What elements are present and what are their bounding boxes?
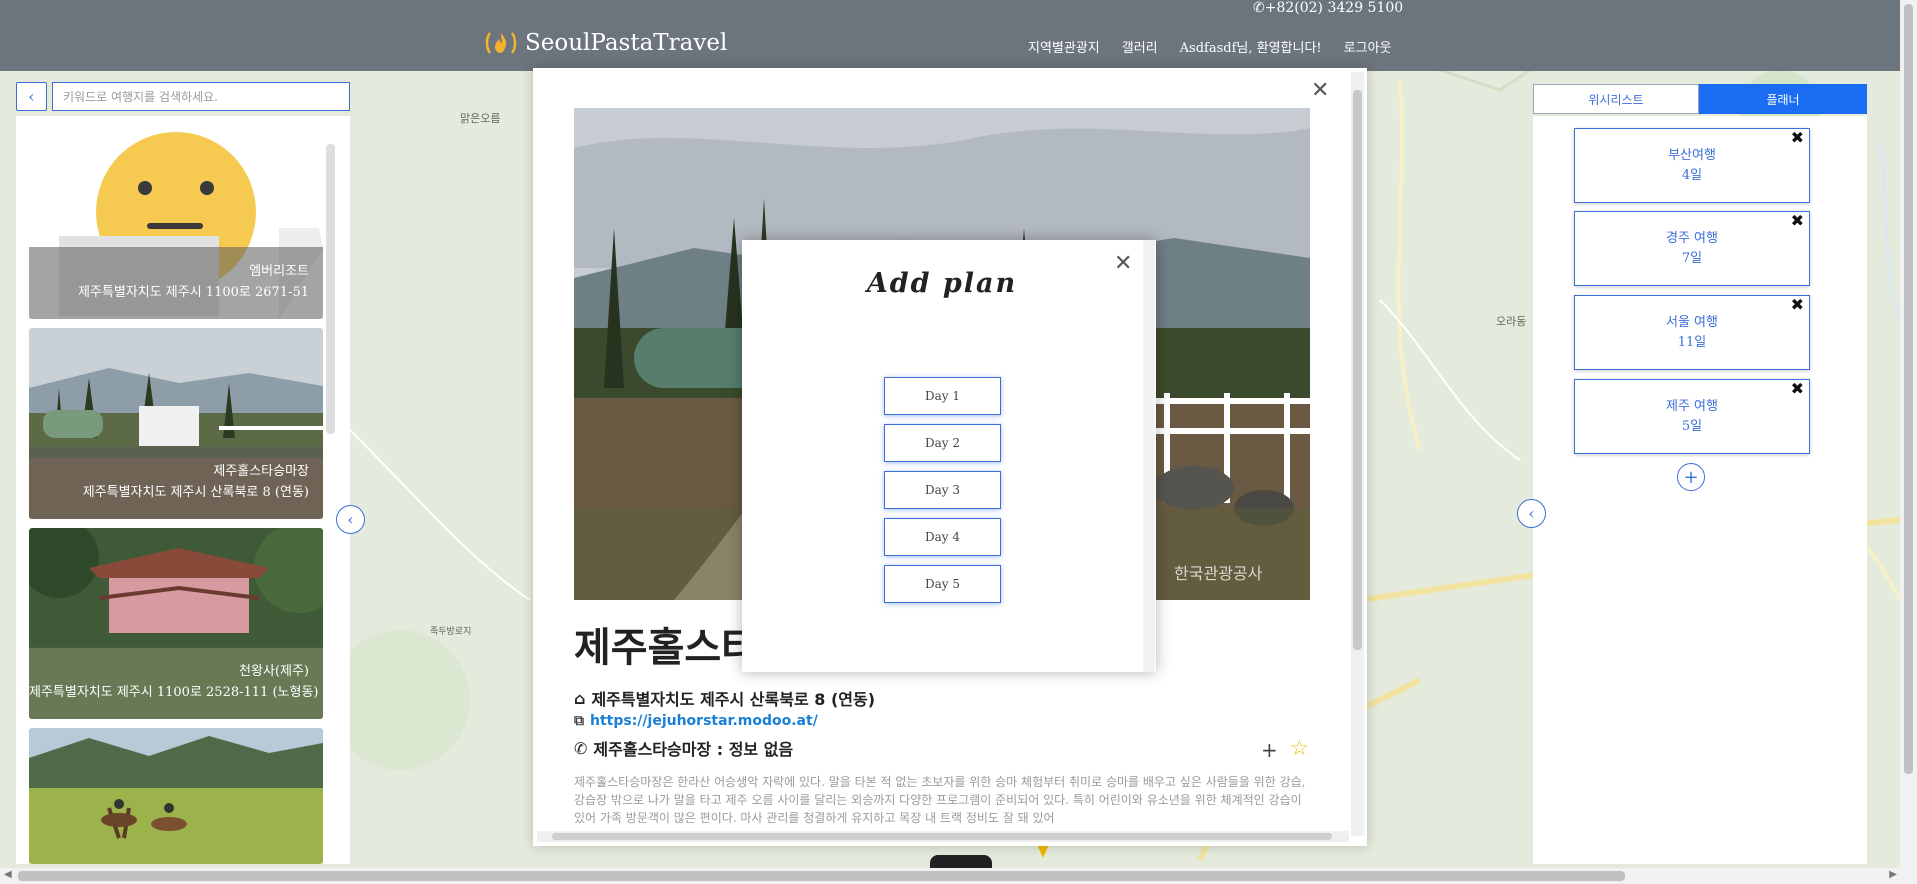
scroll-right-icon[interactable]: ▶ (1889, 869, 1897, 880)
place-name: 천왕사(제주) (239, 664, 309, 679)
plan-days: 5일 (1681, 419, 1703, 434)
delete-plan-icon[interactable]: ✖ (1791, 128, 1804, 148)
nav-links: 지역별관광지 갤러리 Asdfasdf님, 환영합니다! 로그아웃 (1028, 37, 1392, 56)
plan-title: 경주 여행 (1666, 231, 1718, 246)
place-card[interactable]: 엠버리조트 제주특별자치도 제주시 1100로 2671-51 (29, 128, 323, 319)
phone-icon: ✆ (574, 738, 588, 758)
external-link-icon: ⧉ (574, 713, 584, 729)
day-4-button[interactable]: Day 4 (884, 518, 1001, 556)
nav-logout[interactable]: 로그아웃 (1344, 37, 1392, 56)
plan-card[interactable]: ✖ 제주 여행 5일 (1574, 379, 1810, 454)
plan-card[interactable]: ✖ 서울 여행 11일 (1574, 295, 1810, 370)
place-address: 제주특별자치도 제주시 1100로 2671-51 (77, 285, 309, 300)
phone-text: +82(02) 3429 5100 (1264, 0, 1404, 16)
day-2-button[interactable]: Day 2 (884, 424, 1001, 462)
phone-icon: ✆ (1253, 0, 1265, 16)
nav-regional-attractions[interactable]: 지역별관광지 (1028, 37, 1100, 56)
detail-horizontal-scrollbar-thumb[interactable] (552, 833, 1332, 840)
plan-card[interactable]: ✖ 부산여행 4일 (1574, 128, 1810, 203)
toggle-right-panel-button[interactable]: ‹ (1517, 499, 1546, 528)
day-5-button[interactable]: Day 5 (884, 565, 1001, 603)
left-collapse-button[interactable]: ‹ (16, 82, 47, 111)
page-horizontal-scrollbar-thumb[interactable] (18, 871, 1625, 881)
nav-gallery[interactable]: 갤러리 (1122, 37, 1158, 56)
plan-days: 4일 (1681, 168, 1703, 183)
place-caption: 제주홀스타승마장 제주특별자치도 제주시 산록북로 8 (연동) (29, 447, 323, 519)
map-label: 족두방로지 (430, 627, 472, 637)
plan-title: 부산여행 (1668, 148, 1716, 163)
add-plan-scrollbar[interactable] (1143, 240, 1155, 672)
place-address: 제주특별자치도 제주시 산록북로 8 (연동) (82, 485, 309, 500)
delete-plan-icon[interactable]: ✖ (1791, 379, 1804, 399)
map-label: 오라동 (1496, 315, 1527, 328)
brand-name: SeoulPastaTravel (525, 30, 728, 56)
plan-days: 7일 (1681, 251, 1703, 266)
delete-plan-icon[interactable]: ✖ (1791, 295, 1804, 315)
close-icon[interactable]: ✕ (1311, 78, 1329, 103)
detail-scrollbar-thumb[interactable] (1353, 90, 1362, 650)
plan-card[interactable]: ✖ 경주 여행 7일 (1574, 211, 1810, 286)
place-address-line: ⌂ 제주특별자치도 제주시 산록북로 8 (연동) (574, 686, 875, 710)
map-label: 맑은오름 (460, 112, 501, 125)
photo-watermark: 한국관광공사 (1174, 564, 1263, 583)
plus-icon: + (1683, 466, 1699, 488)
plan-days: 11일 (1677, 335, 1707, 350)
place-card[interactable]: 천왕사(제주) 제주특별자치도 제주시 1100로 2528-111 (노형동) (29, 528, 323, 719)
homepage-link[interactable]: https://jejuhorstar.modoo.at/ (590, 713, 818, 729)
place-name: 제주홀스타승마장 (213, 464, 309, 479)
day-3-button[interactable]: Day 3 (884, 471, 1001, 509)
brand-link[interactable]: SeoulPastaTravel (485, 30, 727, 56)
add-plan-button[interactable]: + (1677, 463, 1705, 491)
place-name: 엠버리조트 (249, 264, 309, 279)
page-vertical-scrollbar-thumb[interactable] (1904, 4, 1913, 774)
place-link-line: ⧉ https://jejuhorstar.modoo.at/ (574, 713, 818, 729)
place-address: 제주특별자치도 제주시 산록북로 8 (연동) (591, 690, 876, 709)
place-caption: 엠버리조트 제주특별자치도 제주시 1100로 2671-51 (29, 247, 323, 319)
place-card[interactable] (29, 728, 323, 864)
place-list-scrollbar[interactable] (326, 144, 335, 434)
day-1-button[interactable]: Day 1 (884, 377, 1001, 415)
place-image (29, 728, 323, 864)
phone-number: ✆+82(02) 3429 5100 (1253, 0, 1403, 16)
plan-title: 서울 여행 (1666, 315, 1718, 330)
place-card[interactable]: 제주홀스타승마장 제주특별자치도 제주시 산록북로 8 (연동) (29, 328, 323, 519)
scroll-left-icon[interactable]: ◀ (4, 869, 12, 880)
plan-title: 제주 여행 (1666, 399, 1718, 414)
home-icon: ⌂ (574, 688, 586, 708)
navbar: ✆+82(02) 3429 5100 SeoulPastaTravel 지역별관… (0, 0, 1900, 71)
fire-logo-icon (485, 32, 517, 54)
delete-plan-icon[interactable]: ✖ (1791, 211, 1804, 231)
place-phone-line: ✆ 제주홀스타승마장 : 정보 없음 (574, 736, 793, 760)
chevron-left-icon: ‹ (1528, 504, 1535, 523)
search-input[interactable] (52, 82, 350, 111)
place-phone: 제주홀스타승마장 : 정보 없음 (593, 740, 794, 759)
add-plan-title: Add plan (866, 268, 1018, 299)
tab-wishlist[interactable]: 위시리스트 (1533, 84, 1699, 114)
chevron-left-icon: ‹ (28, 87, 35, 106)
place-address: 제주특별자치도 제주시 1100로 2528-111 (노형동) (29, 685, 319, 700)
plus-icon[interactable]: + (1261, 738, 1278, 762)
place-caption: 천왕사(제주) 제주특별자치도 제주시 1100로 2528-111 (노형동) (29, 647, 323, 719)
nav-welcome-user[interactable]: Asdfasdf님, 환영합니다! (1180, 37, 1322, 56)
toggle-left-panel-button[interactable]: ‹ (336, 505, 365, 534)
tab-planner[interactable]: 플래너 (1699, 84, 1867, 114)
place-description: 제주홀스타승마장은 한라산 어승생악 자락에 있다. 말을 타본 적 없는 초보… (574, 775, 1306, 825)
chevron-left-icon: ‹ (347, 510, 354, 529)
star-icon[interactable]: ☆ (1290, 736, 1309, 760)
